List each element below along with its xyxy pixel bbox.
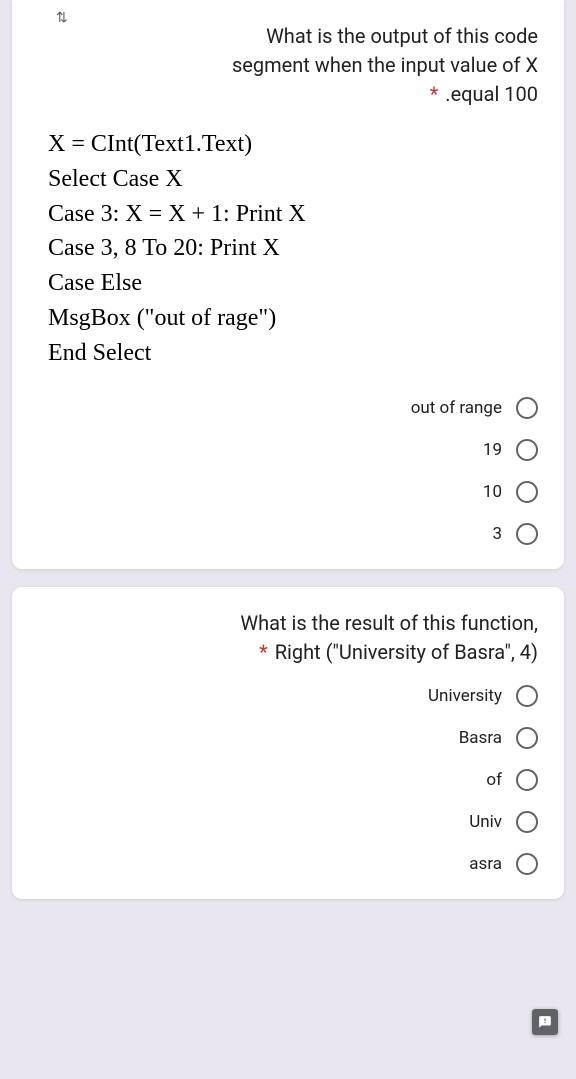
reorder-icon: ⇅ — [56, 10, 68, 26]
radio-icon — [516, 523, 538, 545]
option-label: University — [428, 686, 502, 706]
code-line: X = CInt(Text1.Text) — [48, 127, 538, 162]
q2-title-line1: What is the result of this function, — [240, 611, 538, 635]
option-label: out of range — [411, 398, 502, 418]
option-label: 3 — [492, 524, 502, 544]
code-line: Case 3, 8 To 20: Print X — [48, 231, 538, 266]
q2-option-basra[interactable]: Basra — [38, 727, 538, 749]
q1-option-3[interactable]: 3 — [38, 523, 538, 545]
code-line: End Select — [48, 336, 538, 371]
radio-icon — [516, 439, 538, 461]
q1-title-line2: segment when the input value of X — [232, 53, 538, 77]
q1-title-line3: .equal 100 — [445, 82, 538, 106]
alert-icon — [538, 1015, 552, 1029]
option-label: Univ — [469, 812, 502, 832]
q2-option-univ[interactable]: Univ — [38, 811, 538, 833]
radio-icon — [516, 481, 538, 503]
feedback-button[interactable] — [532, 1009, 558, 1035]
option-label: asra — [469, 854, 502, 874]
option-label: of — [486, 770, 502, 790]
code-line: Case 3: X = X + 1: Print X — [48, 197, 538, 232]
radio-icon — [516, 853, 538, 875]
radio-icon — [516, 727, 538, 749]
option-label: 19 — [483, 440, 502, 460]
option-label: Basra — [459, 728, 502, 748]
question-1-title: What is the output of this code segment … — [38, 22, 538, 109]
code-line: Select Case X — [48, 162, 538, 197]
q1-option-out-of-range[interactable]: out of range — [38, 397, 538, 419]
q1-title-line1: What is the output of this code — [266, 24, 538, 48]
question-card-1: ⇅ What is the output of this code segmen… — [12, 0, 564, 569]
required-mark: * — [430, 82, 439, 106]
q1-option-19[interactable]: 19 — [38, 439, 538, 461]
code-line: Case Else — [48, 266, 538, 301]
radio-icon — [516, 769, 538, 791]
q2-option-of[interactable]: of — [38, 769, 538, 791]
code-block: X = CInt(Text1.Text) Select Case X Case … — [48, 127, 538, 371]
option-label: 10 — [483, 482, 502, 502]
radio-icon — [516, 397, 538, 419]
radio-icon — [516, 811, 538, 833]
radio-icon — [516, 685, 538, 707]
q2-option-asra[interactable]: asra — [38, 853, 538, 875]
q1-options: out of range 19 10 3 — [38, 397, 538, 545]
q2-title-line2: Right ("University of Basra", 4) — [275, 640, 538, 664]
question-card-2: What is the result of this function, * R… — [12, 587, 564, 899]
q2-option-university[interactable]: University — [38, 685, 538, 707]
q1-option-10[interactable]: 10 — [38, 481, 538, 503]
q2-options: University Basra of Univ asra — [38, 685, 538, 875]
code-line: MsgBox ("out of rage") — [48, 301, 538, 336]
required-mark: * — [259, 640, 268, 664]
question-2-title: What is the result of this function, * R… — [38, 609, 538, 667]
